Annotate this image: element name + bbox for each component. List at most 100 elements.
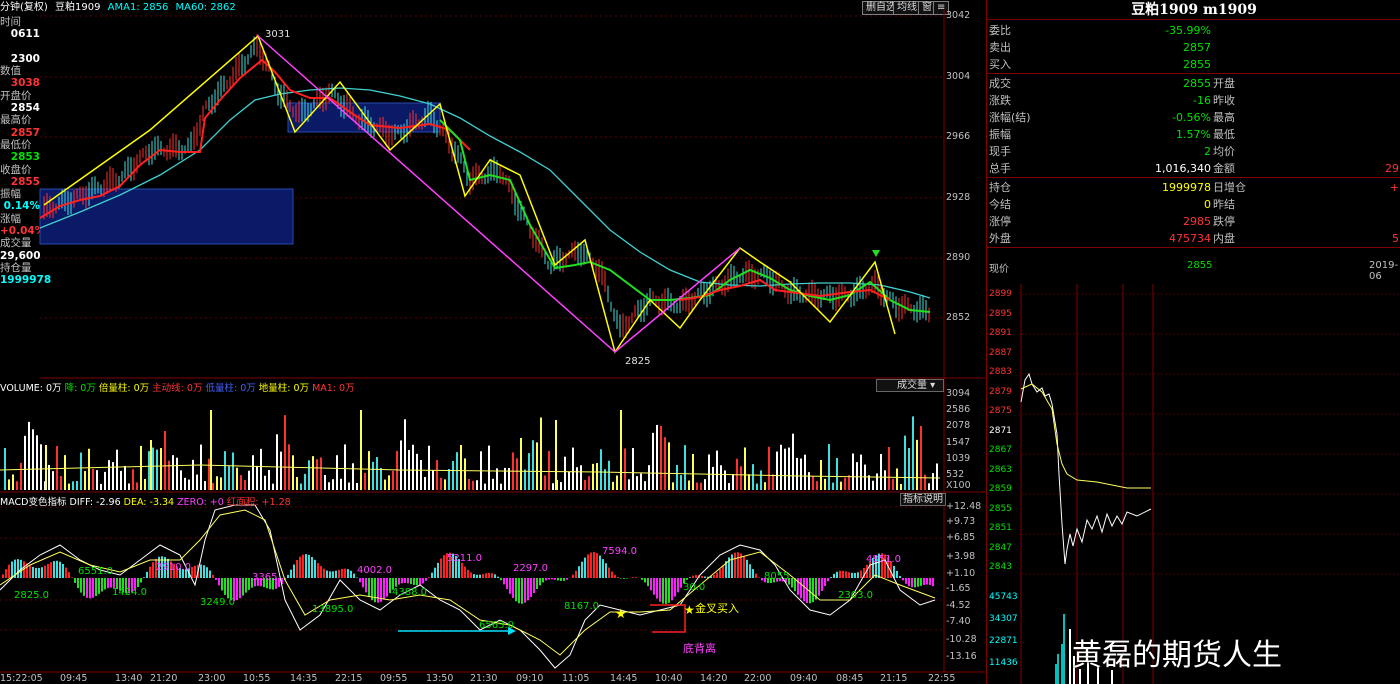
macd-bar (407, 578, 409, 584)
volume-bar (312, 456, 314, 490)
macd-bar (635, 577, 637, 578)
quote-key: 涨停 (989, 215, 1011, 228)
volume-bar (276, 434, 278, 490)
intraday-chart[interactable] (987, 284, 1400, 684)
macd-bar (821, 578, 823, 591)
volume-bar (780, 444, 782, 490)
quote-row: 卖出 2857 (989, 39, 1400, 56)
macd-bar (854, 572, 856, 578)
macd-tick-label: +6.85 (946, 532, 976, 543)
macd-bar (506, 578, 508, 590)
macd-bar (206, 567, 208, 578)
volume-bar (676, 465, 678, 490)
macd-bar (626, 578, 628, 579)
volume-bar (88, 448, 90, 490)
volume-bar (180, 470, 182, 490)
volume-bar (20, 462, 22, 490)
kline-chart-canvas[interactable]: 3031 2825 ★ ★ 金叉买入 底背离 (0, 0, 985, 684)
volume-bar (888, 447, 890, 490)
macd-bar (656, 578, 658, 599)
macd-bar (932, 578, 934, 587)
macd-bar (704, 576, 706, 578)
volume-bar (112, 462, 114, 490)
macd-bar (917, 578, 919, 587)
volume-bar (12, 474, 14, 490)
volume-bar (150, 440, 152, 490)
indicator-help-button[interactable]: 指标说明 (900, 493, 946, 506)
macd-bar (152, 562, 154, 578)
volume-bar (292, 455, 294, 490)
macd-value-label: 4851.0 (866, 554, 901, 565)
volume-bar (924, 474, 926, 490)
macd-bar (692, 575, 694, 578)
macd-bar (836, 571, 838, 578)
macd-bar (713, 574, 715, 578)
macd-bar (224, 578, 226, 595)
quote-value: 2857 (1183, 41, 1211, 54)
macd-bar (236, 578, 238, 601)
macd-bar (557, 578, 559, 581)
watermark-text: 黄磊的期货人生 (1072, 638, 1282, 673)
volume-bar (392, 470, 394, 490)
macd-bar (302, 554, 304, 578)
macd-bar (581, 561, 583, 578)
volume-bar (152, 447, 154, 490)
macd-bar (845, 571, 847, 578)
quote-value: 1,016,340 (1155, 162, 1211, 175)
macd-bar (899, 575, 901, 578)
volume-bar (380, 467, 382, 490)
macd-bar (494, 574, 496, 578)
volume-bar (600, 449, 602, 490)
volume-bar (304, 473, 306, 490)
volume-bar (328, 482, 330, 490)
volume-bar (772, 474, 774, 490)
volume-bar (8, 479, 10, 490)
macd-bar (386, 578, 388, 597)
quote-key-2: 内盘 (1213, 232, 1235, 245)
volume-bar (132, 469, 134, 490)
macd-bar (545, 578, 547, 581)
volume-bar (816, 481, 818, 490)
macd-value-label: 2297.0 (513, 563, 548, 574)
volume-bar (688, 480, 690, 490)
macd-bar (599, 555, 601, 578)
macd-bar (443, 555, 445, 578)
volume-bar (624, 448, 626, 490)
volume-bar (372, 461, 374, 490)
quote-value: 0 (1204, 198, 1211, 211)
macd-bar (305, 554, 307, 578)
time-tick-label: 21:30 (470, 673, 498, 684)
macd-bar (515, 578, 517, 602)
quote-value: 475734 (1169, 232, 1211, 245)
macd-bar (317, 563, 319, 578)
macd-bar (497, 576, 499, 578)
volume-tick-label: 1547 (946, 437, 971, 448)
time-tick-label: 09:10 (516, 673, 544, 684)
consolidation-box-1 (39, 188, 294, 245)
macd-bar (617, 577, 619, 578)
macd-bar (644, 578, 646, 583)
quote-row: 持仓 1999978 日增仓 + (989, 179, 1400, 196)
macd-bar (296, 560, 298, 578)
volume-bar (936, 463, 938, 490)
volume-bar (216, 476, 218, 490)
volume-bar (788, 447, 790, 490)
macd-bar (665, 578, 667, 604)
indicator-dropdown[interactable]: 成交量 ▾ (876, 379, 944, 392)
macd-bar (671, 578, 673, 601)
macd-bar (488, 572, 490, 578)
macd-value-label: 4002.0 (357, 565, 392, 576)
volume-bar (40, 444, 42, 490)
star-icon: ★ (684, 603, 695, 617)
bottom-divergence-note: 底背离 (683, 641, 716, 655)
quote-key: 买入 (989, 58, 1011, 71)
volume-bar (920, 425, 922, 490)
volume-bar (204, 481, 206, 490)
macd-bar (77, 578, 79, 589)
volume-bar (844, 477, 846, 490)
volume-bar (892, 478, 894, 490)
time-tick-label: 09:40 (790, 673, 818, 684)
volume-bar (536, 442, 538, 490)
volume-bar (252, 455, 254, 490)
macd-bar (857, 572, 859, 578)
